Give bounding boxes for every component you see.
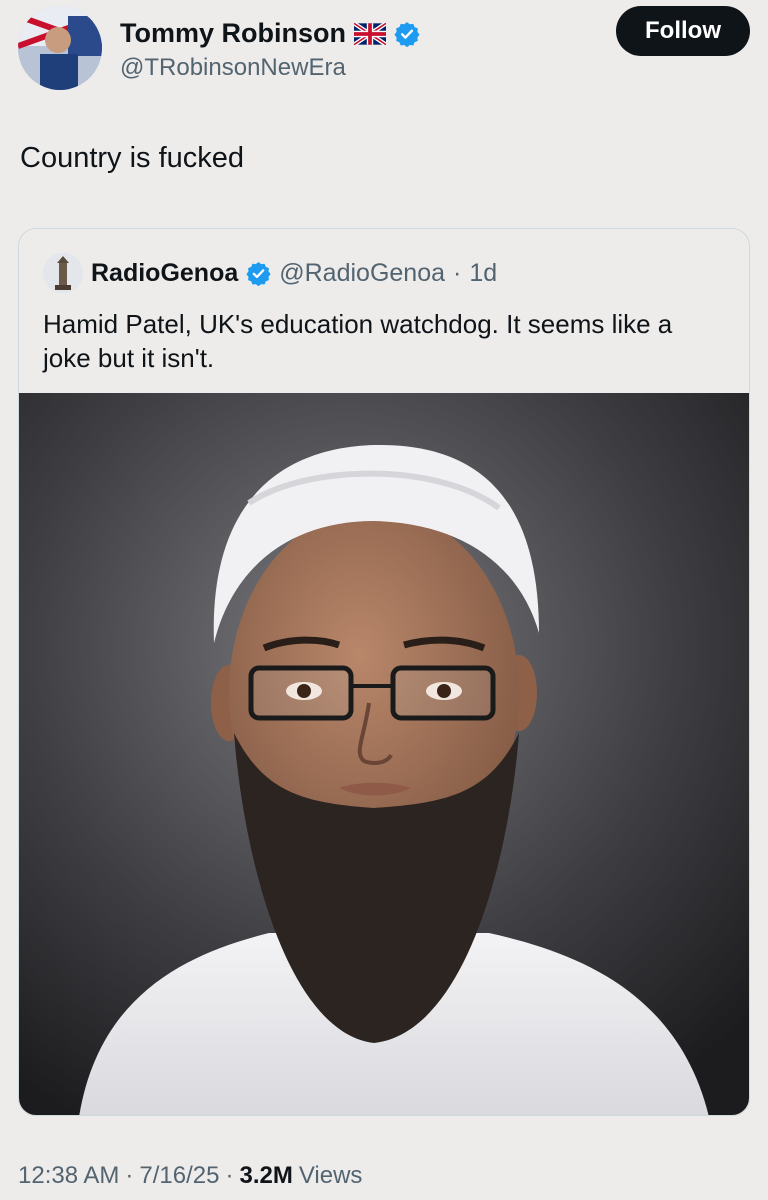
separator-dot: · [225, 1162, 234, 1189]
quoted-author-handle[interactable]: @RadioGenoa [279, 259, 445, 288]
quoted-post[interactable]: RadioGenoa @RadioGenoa · 1d Hamid Patel,… [18, 228, 750, 1116]
follow-button[interactable]: Follow [616, 6, 750, 56]
quoted-author-display-name[interactable]: RadioGenoa [91, 259, 238, 288]
author-handle[interactable]: @TRobinsonNewEra [120, 54, 346, 82]
post-text: Country is fucked [20, 142, 245, 174]
quoted-post-time[interactable]: 1d [469, 259, 497, 288]
quoted-post-header: RadioGenoa @RadioGenoa · 1d [43, 253, 497, 293]
quoted-post-photo[interactable] [19, 393, 749, 1115]
uk-flag-icon [352, 21, 388, 46]
verified-badge-icon [394, 21, 420, 47]
views-count[interactable]: 3.2M [239, 1162, 292, 1190]
author-avatar[interactable] [18, 6, 102, 90]
quoted-author-avatar[interactable] [43, 253, 83, 293]
verified-badge-icon [246, 261, 271, 286]
author-display-name[interactable]: Tommy Robinson [120, 18, 346, 49]
post-header: Tommy Robinson @TRobinsonNewEra Follow [18, 6, 750, 96]
separator-dot: · [453, 258, 462, 287]
post-metadata: 12:38 AM · 7/16/25 · 3.2M Views [18, 1162, 362, 1190]
separator-dot: · [125, 1162, 134, 1189]
post-date[interactable]: 7/16/25 [139, 1162, 219, 1190]
quoted-post-text: Hamid Patel, UK's education watchdog. It… [43, 309, 673, 373]
views-label: Views [298, 1162, 363, 1189]
post-time[interactable]: 12:38 AM [18, 1162, 119, 1190]
